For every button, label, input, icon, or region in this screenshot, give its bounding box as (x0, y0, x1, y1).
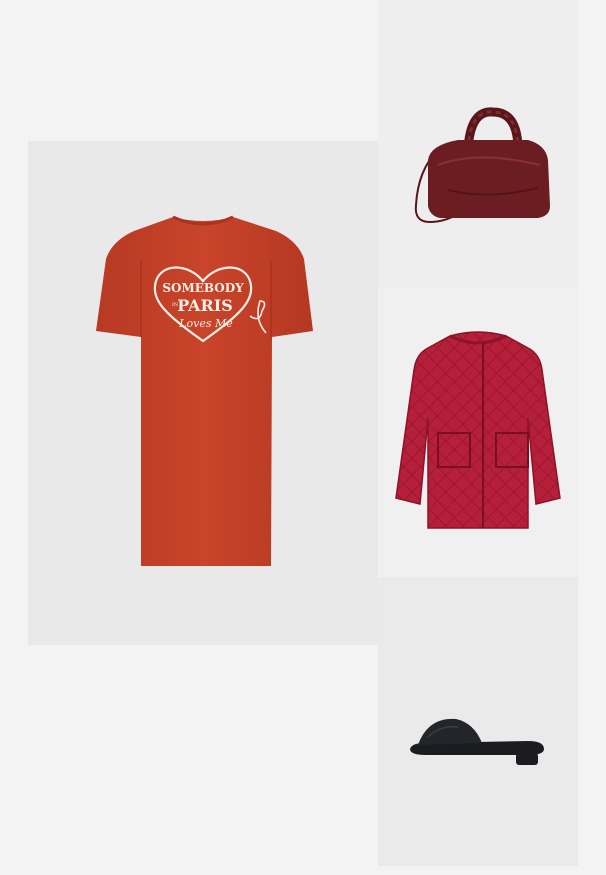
sandal-panel[interactable] (378, 577, 578, 866)
jacket-panel[interactable] (378, 288, 578, 577)
dress-image: SOMEBODY IN PARIS Loves Me (96, 215, 313, 566)
print-line-1: SOMEBODY (162, 281, 244, 295)
sandal-image (410, 718, 544, 765)
print-line-3: PARIS (177, 296, 233, 315)
jacket-image (395, 331, 561, 529)
bag-panel[interactable] (378, 0, 578, 288)
dress-panel[interactable]: SOMEBODY IN PARIS Loves Me (28, 141, 378, 645)
jacket-body (395, 331, 561, 529)
bag-image (414, 107, 550, 224)
sandal-strap (418, 718, 482, 745)
bag-body (428, 140, 550, 218)
sandal-heel (516, 753, 538, 765)
print-line-4: Loves Me (178, 317, 233, 330)
dress-body (96, 217, 313, 566)
